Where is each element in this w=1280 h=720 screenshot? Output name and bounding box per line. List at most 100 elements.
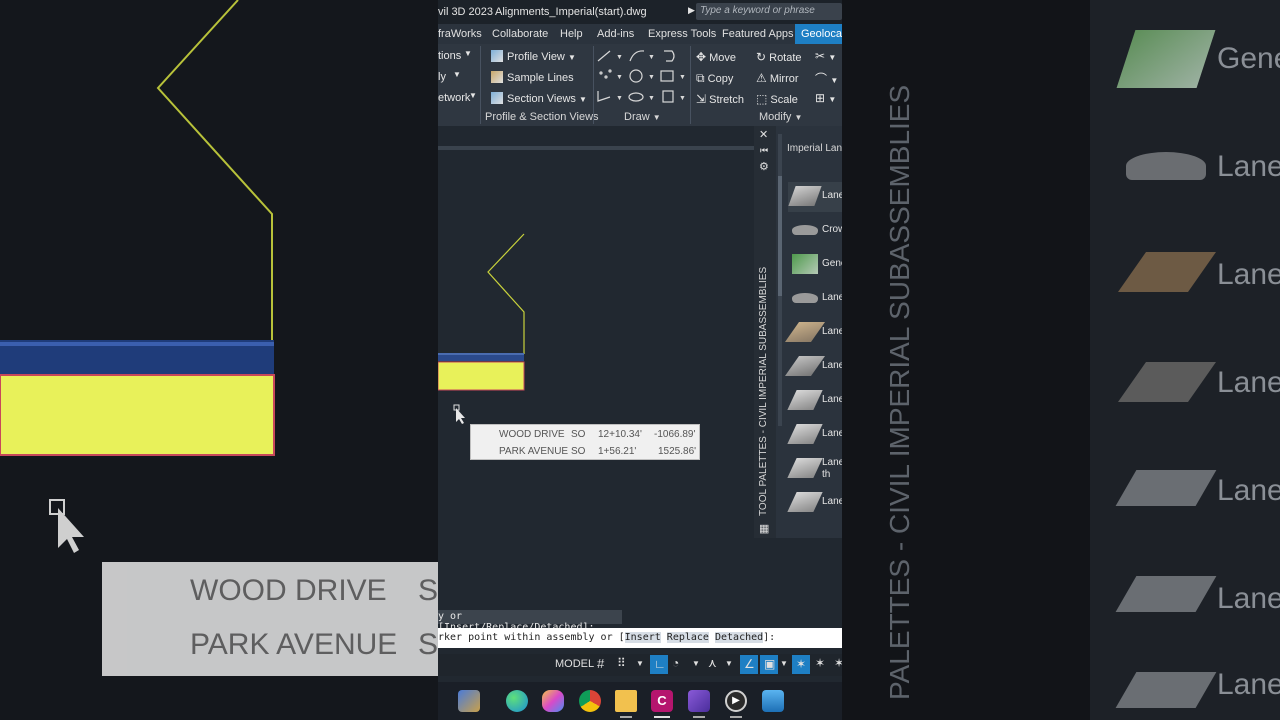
ribbon-left-item-2[interactable]: ly — [438, 71, 446, 83]
tooltip-row: PARK AVENUE SO 1+56.21' 1525.86' — [471, 443, 701, 459]
left-label-park-avenue: PARK AVENUE — [190, 628, 398, 661]
tab-help[interactable]: Help — [560, 28, 583, 40]
stretch-label: Stretch — [709, 94, 744, 106]
snap-grid-icon[interactable]: ⠿ — [617, 656, 626, 670]
palette-tab[interactable]: Imperial Lan — [784, 134, 842, 164]
edge-browser-icon[interactable] — [506, 690, 528, 712]
tab-express-tools[interactable]: Express Tools — [648, 28, 716, 40]
chrome-browser-icon[interactable] — [579, 690, 601, 712]
svg-text:▼: ▼ — [648, 74, 655, 81]
palette-item-label: Crow — [822, 224, 842, 235]
dropdown-arrow-icon[interactable]: ▼ — [464, 49, 472, 58]
ribbon-left-item-1[interactable]: tions — [438, 50, 461, 62]
dropdown-arrow-icon[interactable]: ▼ — [636, 659, 644, 668]
file-explorer-widget-icon[interactable] — [458, 690, 480, 712]
tab-collaborate[interactable]: Collaborate — [492, 28, 548, 40]
palette-item-lane[interactable]: Lane — [787, 420, 842, 450]
dropdown-arrow-icon[interactable]: ▼ — [725, 659, 733, 668]
mirror-button[interactable]: ⚠ Mirror — [756, 71, 799, 85]
dropdown-arrow-icon[interactable]: ▼ — [692, 659, 700, 668]
copy-icon: ⧉ — [696, 71, 705, 85]
annotation-scale-icon[interactable]: ✶ — [815, 656, 825, 670]
properties-icon[interactable]: ⚙ — [759, 160, 769, 173]
palette-item-generic[interactable]: Gene — [790, 250, 842, 280]
object-snap-icon[interactable]: ▣ — [760, 655, 778, 674]
chevron-right-icon[interactable]: ▶ — [688, 5, 695, 16]
palette-item-label: Lane — [822, 496, 842, 507]
command-input[interactable]: rker point within assembly or [Insert Re… — [438, 628, 842, 648]
ortho-icon[interactable]: ∟ — [650, 655, 668, 674]
move-label: Move — [709, 52, 737, 64]
option-insert[interactable]: Insert — [624, 632, 661, 643]
tab-infraworks[interactable]: fraWorks — [438, 28, 482, 40]
palette-item-lane[interactable]: Lane — [787, 488, 842, 518]
section-views-button[interactable]: Section Views ▼ — [491, 92, 587, 105]
video-editor-icon[interactable] — [688, 690, 710, 712]
palette-item-lane[interactable]: Lane — [784, 318, 842, 348]
rotate-icon: ↻ — [756, 50, 767, 64]
grid-icon[interactable]: # — [597, 656, 604, 671]
tab-featured-apps[interactable]: Featured Apps — [722, 28, 794, 40]
left-code-2: S — [418, 628, 438, 661]
taskbar-active-indicator — [654, 716, 670, 718]
palette-item-crown[interactable]: Crow — [790, 216, 842, 246]
palette-item-lane[interactable]: Lane th — [787, 454, 842, 484]
right-label-6: Lane — [1217, 582, 1280, 615]
modify-panel-label[interactable]: Modify ▼ — [759, 111, 802, 123]
drawing-canvas[interactable]: WOOD DRIVE SO 12+10.34' -1066.89' PARK A… — [438, 126, 754, 606]
search-input[interactable]: Type a keyword or phrase — [696, 3, 842, 20]
fillet-button[interactable]: ⌒ ▼ — [815, 70, 838, 87]
title-bar: vil 3D 2023 Alignments_Imperial(start).d… — [438, 0, 842, 24]
folder-icon[interactable] — [615, 690, 637, 712]
move-button[interactable]: ✥ Move — [696, 50, 736, 64]
sample-lines-label: Sample Lines — [507, 72, 574, 84]
ribbon-left-item-3[interactable]: etwork — [438, 92, 470, 104]
palette-menu-icon[interactable]: ▦ — [759, 522, 769, 535]
copilot-icon[interactable] — [542, 690, 564, 712]
model-space-button[interactable]: MODEL — [555, 658, 594, 670]
stretch-button[interactable]: ⇲ Stretch — [696, 92, 744, 106]
right-label-1: Gene — [1217, 42, 1280, 75]
dropdown-arrow-icon[interactable]: ▼ — [469, 91, 477, 100]
palette-item-label: Lane — [822, 292, 842, 303]
array-button[interactable]: ⊞ ▼ — [815, 91, 836, 105]
palette-item-lane[interactable]: Lane — [784, 352, 842, 382]
auto-hide-icon[interactable]: ⏮ — [760, 145, 768, 156]
palette-item-label: Lane — [822, 394, 842, 405]
section-views-icon — [491, 92, 503, 104]
app-window-icon[interactable] — [762, 690, 784, 712]
workspace-icon[interactable]: ✶ — [834, 656, 842, 670]
rotate-button[interactable]: ↻ Rotate — [756, 50, 802, 64]
ribbon-tabs: fraWorks Collaborate Help Add-ins Expres… — [438, 24, 842, 44]
palette-item-lane[interactable]: Lane — [788, 182, 842, 212]
dropdown-arrow-icon[interactable]: ▼ — [453, 70, 461, 79]
annotation-visibility-icon[interactable]: ✶ — [792, 655, 810, 674]
sample-lines-button[interactable]: Sample Lines — [491, 71, 574, 84]
rotate-label: Rotate — [769, 52, 802, 64]
draw-tools-grid[interactable]: ▼ ▼ ▼ ▼ ▼ ▼ ▼ ▼ — [596, 47, 688, 109]
civil3d-app-icon[interactable]: C — [651, 690, 673, 712]
palette-item-lane[interactable]: Lane — [787, 386, 842, 416]
palette-scroll-thumb[interactable] — [778, 176, 782, 296]
copy-button[interactable]: ⧉ Copy — [696, 71, 733, 86]
tab-geolocation[interactable]: Geolocat — [795, 24, 842, 44]
ribbon-separator — [593, 46, 594, 124]
media-player-icon[interactable]: ▶ — [725, 690, 747, 712]
app-title: vil 3D 2023 — [438, 6, 494, 18]
profile-view-button[interactable]: Profile View ▼ — [491, 50, 576, 63]
isodraft-icon[interactable]: ⋏ — [708, 656, 717, 670]
palette-tab-label: Imperial Lan — [787, 143, 842, 154]
close-icon[interactable]: ✕ — [759, 128, 768, 141]
draw-panel-label[interactable]: Draw ▼ — [624, 111, 661, 123]
polar-tracking-icon[interactable]: ◔ — [672, 656, 679, 670]
trim-button[interactable]: ✂ ▼ — [815, 49, 836, 63]
option-replace[interactable]: Replace — [666, 632, 709, 643]
alignment-name: WOOD DRIVE — [499, 429, 565, 440]
option-detached[interactable]: Detached — [714, 632, 764, 643]
tab-add-ins[interactable]: Add-ins — [597, 28, 634, 40]
dropdown-arrow-icon[interactable]: ▼ — [780, 659, 788, 668]
ribbon-separator — [480, 46, 481, 124]
scale-button[interactable]: ⬚ Scale — [756, 92, 798, 106]
object-snap-tracking-icon[interactable]: ∠ — [740, 655, 758, 674]
palette-item-lane[interactable]: Lane — [790, 284, 842, 314]
